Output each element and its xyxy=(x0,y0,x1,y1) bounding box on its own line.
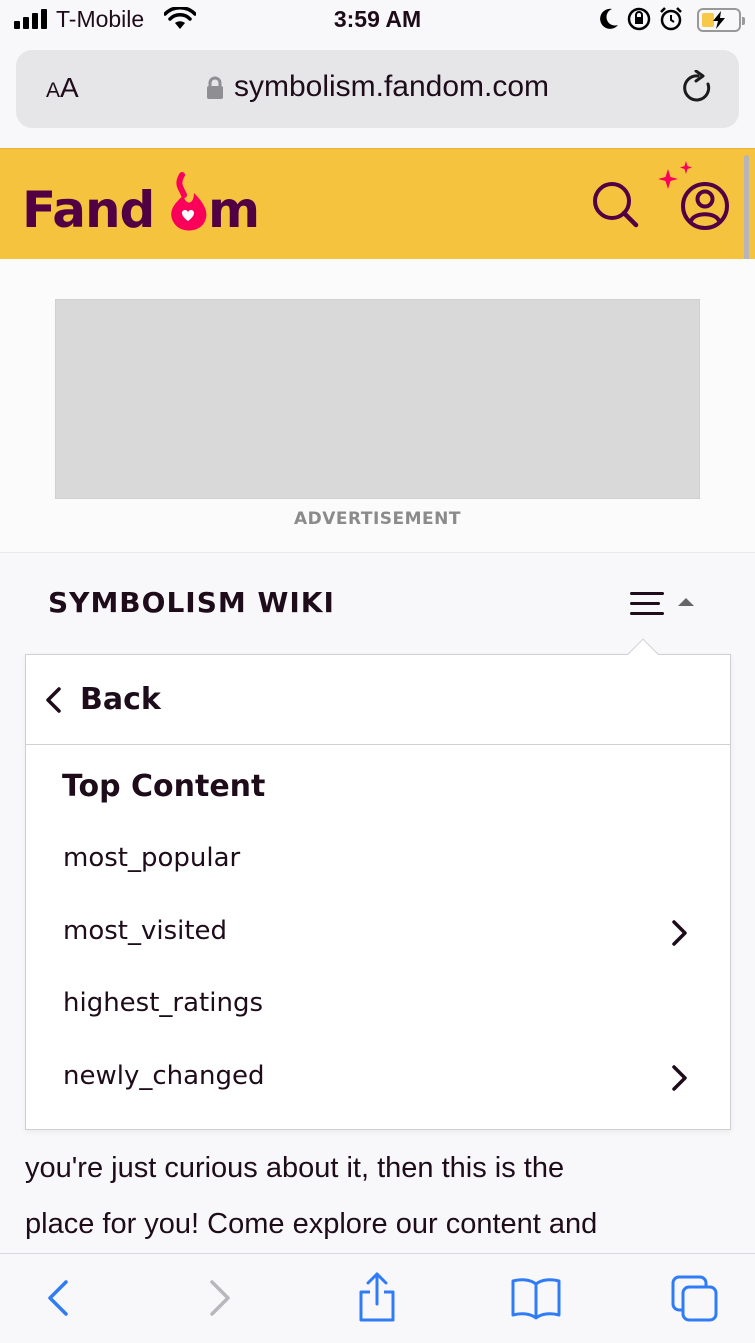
article-line: you're just curious about it, then this … xyxy=(25,1152,565,1184)
status-bar: T-Mobile 3:59 AM xyxy=(0,0,755,42)
menu-item-highest-ratings[interactable]: highest_ratings xyxy=(26,976,730,1036)
url-text[interactable]: symbolism.fandom.com xyxy=(16,70,739,104)
back-label: Back xyxy=(80,682,161,717)
hamburger-menu-icon[interactable] xyxy=(630,588,694,622)
caret-up-icon xyxy=(678,598,694,606)
ad-placeholder[interactable] xyxy=(55,299,700,499)
moon-icon xyxy=(600,8,618,29)
search-icon[interactable] xyxy=(590,179,642,231)
reload-icon[interactable] xyxy=(681,70,715,106)
alarm-icon xyxy=(660,7,682,31)
tabs-icon[interactable] xyxy=(670,1274,720,1324)
ad-label: ADVERTISEMENT xyxy=(294,509,461,529)
wiki-navigation-dropdown: Back Top Content most_popular most_visit… xyxy=(25,638,731,1130)
advertisement-area: ADVERTISEMENT xyxy=(0,259,755,553)
chevron-left-icon xyxy=(46,687,61,713)
chevron-right-icon xyxy=(672,1065,687,1091)
browser-address-area: AA symbolism.fandom.com xyxy=(0,42,755,148)
sparkle-icon xyxy=(658,169,678,189)
user-icon[interactable] xyxy=(654,159,734,239)
fandom-logo[interactable]: Fand m xyxy=(22,171,262,237)
menu-item-label: newly_changed xyxy=(63,1061,265,1091)
menu-item-label: most_popular xyxy=(63,843,241,873)
menu-item-most-popular[interactable]: most_popular xyxy=(26,831,730,891)
chevron-right-icon xyxy=(672,920,687,946)
fandom-header: Fand m xyxy=(0,148,755,259)
share-icon[interactable] xyxy=(356,1270,398,1324)
dropdown-heading: Top Content xyxy=(62,769,266,804)
menu-item-most-visited[interactable]: most_visited xyxy=(26,904,730,964)
svg-text:Fand: Fand xyxy=(22,181,154,237)
battery-charging-icon xyxy=(697,8,745,32)
address-bar[interactable]: AA symbolism.fandom.com xyxy=(16,50,739,128)
menu-item-label: highest_ratings xyxy=(63,988,263,1018)
article-intro: you're just curious about it, then this … xyxy=(25,1140,730,1252)
back-icon[interactable] xyxy=(42,1274,74,1322)
article-line: place for you! Come explore our content … xyxy=(25,1208,598,1240)
orientation-lock-icon xyxy=(627,7,651,31)
forward-icon[interactable] xyxy=(204,1274,236,1322)
svg-text:m: m xyxy=(208,181,259,237)
menu-item-newly-changed[interactable]: newly_changed xyxy=(26,1049,730,1109)
lock-icon xyxy=(206,76,223,100)
wiki-title[interactable]: SYMBOLISM WIKI xyxy=(48,586,335,619)
bookmarks-icon[interactable] xyxy=(510,1276,562,1320)
menu-item-label: most_visited xyxy=(63,916,228,946)
browser-toolbar xyxy=(0,1253,755,1343)
back-button[interactable]: Back xyxy=(26,655,730,745)
